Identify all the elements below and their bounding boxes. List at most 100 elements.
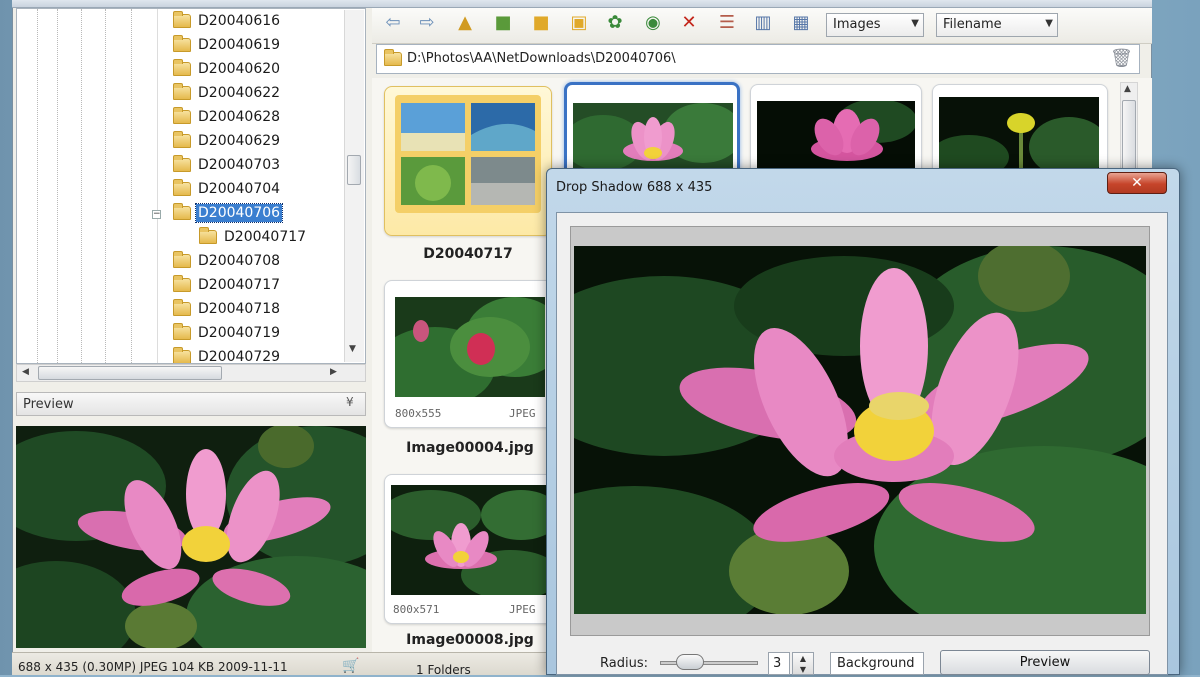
scroll-right-arrow-icon[interactable]: ▶ <box>330 367 337 377</box>
tree-item-child[interactable]: D20040717 <box>199 226 308 248</box>
view-thumbnails-icon[interactable]: ▦ <box>790 12 812 34</box>
tree-guide-line <box>37 9 38 363</box>
tree-item[interactable]: D20040616 <box>173 10 282 32</box>
lotus-bud-thumbnail-image <box>395 297 545 397</box>
cart-icon[interactable]: 🛒 <box>342 658 359 674</box>
scroll-up-arrow-icon[interactable]: ▲ <box>1124 84 1131 94</box>
tree-item[interactable]: D20040717 <box>173 274 282 296</box>
tree-item-label: D20040717 <box>224 229 307 245</box>
tree-item-label: D20040629 <box>198 133 281 149</box>
address-bar[interactable]: D:\Photos\AA\NetDownloads\D20040706\ <box>376 44 1140 74</box>
folder-open-icon <box>173 203 191 220</box>
lotus-large-image <box>574 246 1146 614</box>
view-list-icon[interactable]: ▥ <box>752 12 774 34</box>
tree-item-label: D20040619 <box>198 37 281 53</box>
folder-tree[interactable]: D20040616 D20040619 D20040620 D20040622 … <box>16 8 366 364</box>
open-folder-icon[interactable]: ▣ <box>568 12 590 34</box>
folder-icon <box>173 59 191 76</box>
sort-select[interactable]: Filename ▼ <box>936 13 1058 37</box>
thumbnail[interactable]: 800x571 JPEG <box>384 474 556 624</box>
thumbnail-scroll-thumb[interactable] <box>1122 100 1136 170</box>
lotus-thumbnail-image <box>573 103 733 175</box>
folder-icon <box>173 179 191 196</box>
preview-button[interactable]: Preview <box>940 650 1150 675</box>
tree-guide-line <box>131 9 132 363</box>
tree-item[interactable]: D20040718 <box>173 298 282 320</box>
tree-item[interactable]: D20040708 <box>173 250 282 272</box>
tree-item-label: D20040729 <box>198 349 281 364</box>
tree-item-label: D20040703 <box>198 157 281 173</box>
tree-item-label: D20040620 <box>198 61 281 77</box>
scroll-left-arrow-icon[interactable]: ◀ <box>22 367 29 377</box>
folder-green-icon[interactable]: ■ <box>492 12 514 34</box>
forward-arrow-icon[interactable]: ⇨ <box>416 12 438 34</box>
radius-spinner[interactable]: ▲ ▼ <box>792 652 814 675</box>
tree-item[interactable]: D20040629 <box>173 130 282 152</box>
toolbar: ⇦ ⇨ ▲ ■ ■ ▣ ✿ ◉ ✕ ☰ ▥ ▦ Images ▼ Filename… <box>372 8 1152 44</box>
tree-hscroll-thumb[interactable] <box>38 366 222 380</box>
tree-item[interactable]: D20040620 <box>173 58 282 80</box>
back-arrow-icon[interactable]: ⇦ <box>382 12 404 34</box>
thumbnail-format: JPEG <box>509 603 536 616</box>
folder-collage-image <box>395 95 541 213</box>
folder-icon <box>173 131 191 148</box>
preview-image <box>16 426 366 648</box>
rotate-icon[interactable]: ✿ <box>604 12 626 34</box>
thumbnail-dimensions: 800x555 <box>395 407 442 420</box>
radius-slider[interactable] <box>660 661 758 665</box>
folder-icon <box>173 83 191 100</box>
tree-item[interactable]: D20040628 <box>173 106 282 128</box>
collapse-pane-icon[interactable]: ¥ <box>346 395 354 409</box>
thumbnail-caption: D20040717 <box>423 246 513 262</box>
delete-icon[interactable]: ✕ <box>678 12 700 34</box>
tree-item[interactable]: D20040703 <box>173 154 282 176</box>
view-details-icon[interactable]: ☰ <box>716 12 738 34</box>
thumbnail[interactable] <box>750 84 922 180</box>
tree-item[interactable]: D20040619 <box>173 34 282 56</box>
thumbnail-caption: Image00004.jpg <box>406 440 534 456</box>
status-image-info: 688 x 435 (0.30MP) JPEG 104 KB 2009-11-1… <box>18 660 288 674</box>
tree-guide-line <box>57 9 58 363</box>
window-top-strip <box>12 0 1152 8</box>
close-button[interactable]: ✕ <box>1107 172 1167 194</box>
folder-up-icon[interactable]: ▲ <box>454 12 476 34</box>
tree-guide-line <box>105 9 106 363</box>
recycle-bin-icon[interactable]: 🗑 <box>1110 48 1133 69</box>
scroll-down-arrow-icon[interactable]: ▼ <box>349 344 356 354</box>
lotus-preview-image <box>16 426 366 648</box>
dialog-preview-image <box>574 246 1146 614</box>
new-folder-icon[interactable]: ■ <box>530 12 552 34</box>
folder-icon <box>384 49 402 66</box>
folder-icon <box>173 155 191 172</box>
spin-down-icon[interactable]: ▼ <box>800 665 806 674</box>
thumbnail[interactable] <box>932 84 1108 180</box>
tree-item[interactable]: D20040729 <box>173 346 282 364</box>
address-path: D:\Photos\AA\NetDownloads\D20040706\ <box>407 51 676 66</box>
background-button[interactable]: Background <box>830 652 924 675</box>
tree-scroll-thumb[interactable] <box>347 155 361 185</box>
radius-slider-thumb[interactable] <box>676 654 704 670</box>
collapse-toggle-icon[interactable]: − <box>152 210 161 219</box>
tree-vertical-scrollbar[interactable] <box>344 10 364 362</box>
folder-icon <box>173 347 191 363</box>
filter-select[interactable]: Images ▼ <box>826 13 924 37</box>
globe-refresh-icon[interactable]: ◉ <box>642 12 664 34</box>
thumbnail[interactable]: 800x555 JPEG <box>384 280 556 428</box>
tree-item-selected[interactable]: D20040706 <box>173 202 284 224</box>
radius-label: Radius: <box>600 656 648 671</box>
filter-select-value: Images <box>833 17 881 32</box>
tree-item-label: D20040717 <box>198 277 281 293</box>
spin-up-icon[interactable]: ▲ <box>800 654 806 663</box>
thumbnail-selected[interactable] <box>564 82 740 180</box>
sort-select-value: Filename <box>943 17 1002 32</box>
folder-icon <box>173 251 191 268</box>
dialog-title: Drop Shadow 688 x 435 <box>556 180 713 195</box>
radius-input[interactable]: 3 <box>768 652 790 675</box>
folder-icon <box>173 35 191 52</box>
tree-item[interactable]: D20040719 <box>173 322 282 344</box>
tree-item-label: D20040708 <box>198 253 281 269</box>
tree-item-label: D20040719 <box>198 325 281 341</box>
tree-item[interactable]: D20040622 <box>173 82 282 104</box>
thumbnail-folder[interactable] <box>384 86 552 236</box>
tree-item[interactable]: D20040704 <box>173 178 282 200</box>
